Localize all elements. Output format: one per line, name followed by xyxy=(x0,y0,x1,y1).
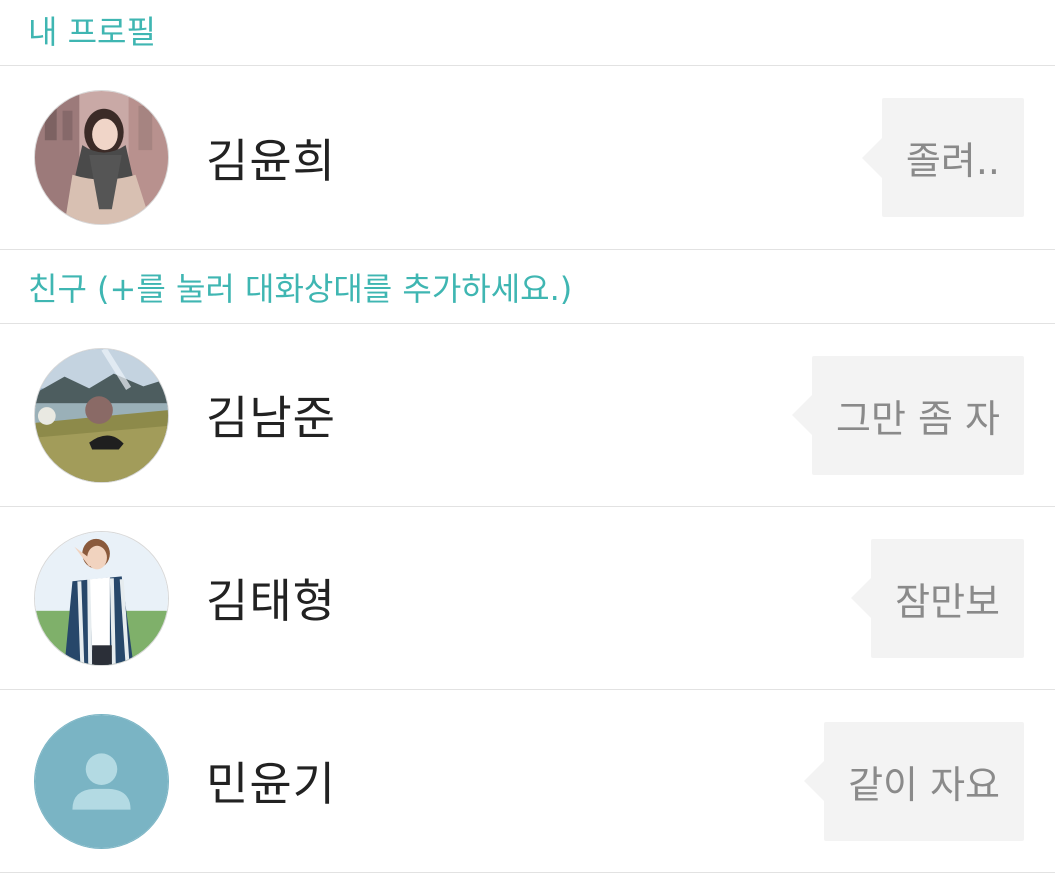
friend-avatar[interactable] xyxy=(34,713,169,849)
friend-name: 김남준 xyxy=(206,391,336,445)
my-profile-header: 내 프로필 xyxy=(0,0,1055,66)
profile-photo-woman-scarf-icon xyxy=(35,91,168,224)
friend-status-bubble: 같이 자요 xyxy=(804,721,1024,841)
friend-avatar[interactable] xyxy=(34,530,169,666)
my-profile-avatar[interactable] xyxy=(34,90,169,225)
friend-row[interactable]: 김남준 그만 좀 자 xyxy=(0,324,1055,507)
friend-avatar[interactable] xyxy=(34,347,169,483)
friends-header: 친구 (+를 눌러 대화상대를 추가하세요.) xyxy=(0,250,1055,324)
friend-name: 민윤기 xyxy=(206,757,336,811)
friend-name: 김태형 xyxy=(206,574,336,628)
friend-row[interactable]: 김태형 잠만보 xyxy=(0,507,1055,690)
friend-status-bubble: 잠만보 xyxy=(851,538,1024,658)
profile-photo-striped-jacket-icon xyxy=(35,531,168,665)
my-status-bubble: 졸려.. xyxy=(861,98,1024,217)
friend-status-bubble: 그만 좀 자 xyxy=(792,355,1024,475)
my-profile-name: 김윤희 xyxy=(206,133,336,188)
profile-photo-landscape-icon xyxy=(35,348,168,482)
friend-row[interactable]: 민윤기 같이 자요 xyxy=(0,690,1055,873)
my-profile-row[interactable]: 김윤희 졸려.. xyxy=(0,66,1055,250)
default-person-icon xyxy=(35,714,168,848)
